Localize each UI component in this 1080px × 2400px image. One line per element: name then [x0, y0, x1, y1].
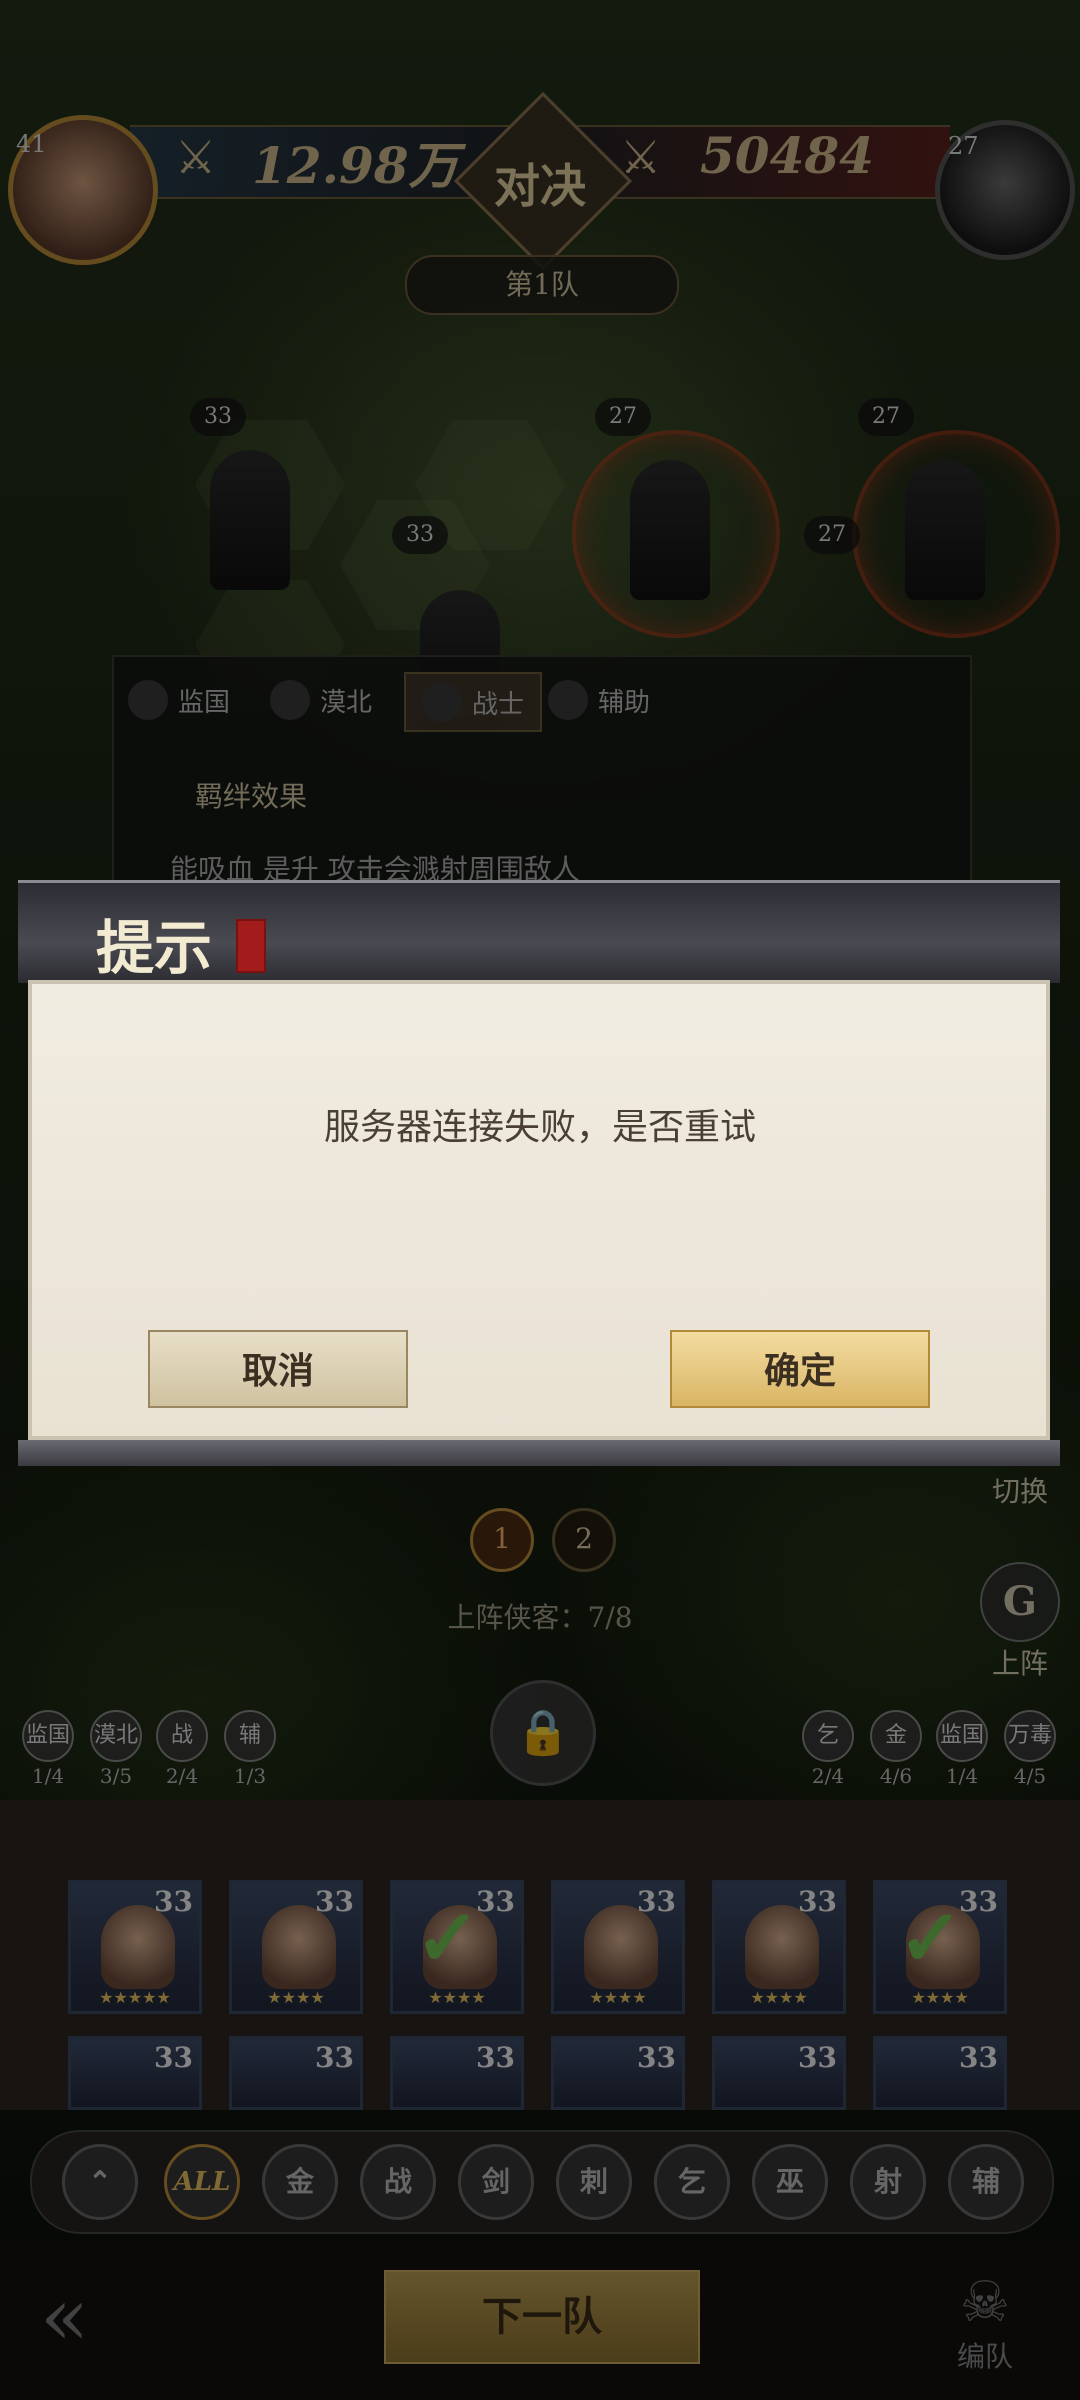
red-seal-icon — [236, 919, 266, 973]
dialog-message: 服务器连接失败，是否重试 — [323, 1107, 756, 1148]
confirm-button[interactable]: 确定 — [670, 1330, 930, 1408]
dialog-header: 提示 — [18, 880, 1060, 983]
cancel-button[interactable]: 取消 — [148, 1330, 408, 1408]
dialog-footer — [18, 1440, 1060, 1466]
dialog-title: 提示 — [96, 914, 213, 982]
